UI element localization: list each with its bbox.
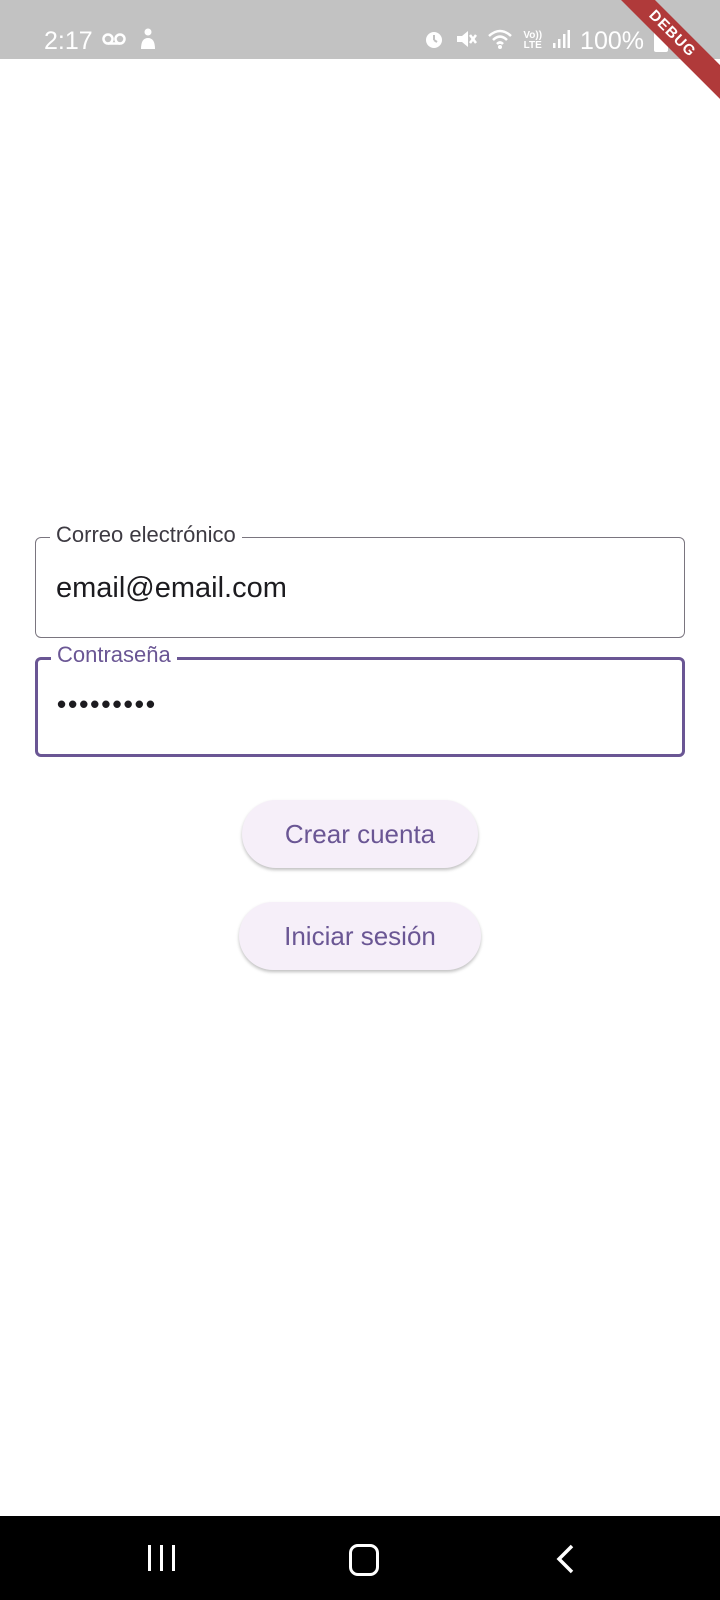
status-bar: 2:17 Vo)) LTE 100% xyxy=(0,0,720,59)
mute-icon xyxy=(455,28,478,55)
status-time: 2:17 xyxy=(44,27,93,55)
back-icon[interactable] xyxy=(554,1543,576,1580)
recents-icon[interactable] xyxy=(148,1545,175,1571)
accessibility-icon xyxy=(138,28,158,55)
password-field-value[interactable]: ••••••••• xyxy=(57,686,157,722)
email-field[interactable]: Correo electrónico email@email.com xyxy=(35,521,685,638)
email-field-label: Correo electrónico xyxy=(50,521,242,549)
password-field[interactable]: Contraseña ••••••••• xyxy=(35,641,685,757)
wifi-icon xyxy=(487,28,513,55)
lte-label: LTE xyxy=(523,40,542,51)
login-button[interactable]: Iniciar sesión xyxy=(239,902,481,970)
volte-lte-icon: Vo)) LTE xyxy=(523,31,542,51)
email-field-value[interactable]: email@email.com xyxy=(56,570,287,606)
status-right-icons: Vo)) LTE 100% xyxy=(423,26,668,56)
password-field-label: Contraseña xyxy=(51,641,177,669)
home-icon[interactable] xyxy=(349,1544,379,1576)
navigation-bar xyxy=(0,1516,720,1600)
signal-icon xyxy=(552,29,571,54)
voicemail-icon xyxy=(102,32,126,51)
battery-percent: 100% xyxy=(580,27,644,55)
create-account-button[interactable]: Crear cuenta xyxy=(242,800,478,868)
alarm-icon xyxy=(423,28,445,55)
status-left-icons xyxy=(102,28,158,55)
